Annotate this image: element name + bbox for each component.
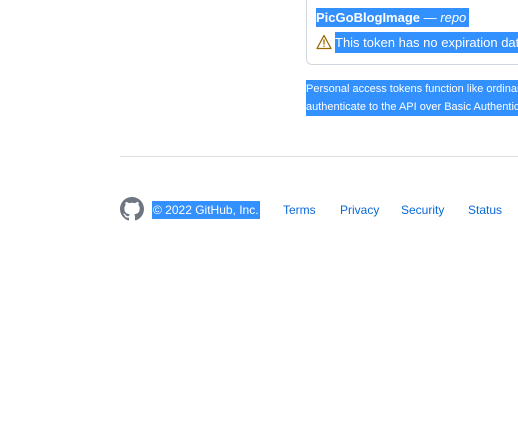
token-name-row: PicGoBlogImage — repo	[316, 7, 470, 29]
token-scope: repo	[440, 8, 470, 27]
copyright-text: © 2022 GitHub, Inc.	[152, 201, 260, 219]
token-description: Personal access tokens function like ord…	[306, 80, 518, 116]
warning-text: This token has no expiration date	[335, 32, 518, 53]
footer-divider	[120, 156, 518, 157]
footer-link-privacy[interactable]: Privacy	[340, 201, 379, 219]
footer-link-status[interactable]: Status	[468, 201, 502, 219]
description-line-2: authenticate to the API over Basic Authe…	[306, 98, 518, 116]
footer-link-security[interactable]: Security	[401, 201, 444, 219]
token-card: PicGoBlogImage — repo This token has no …	[306, 0, 518, 65]
token-name-link[interactable]: PicGoBlogImage	[316, 8, 421, 27]
github-mark-icon[interactable]	[120, 197, 144, 221]
site-footer: © 2022 GitHub, Inc. Terms Privacy Securi…	[120, 196, 518, 224]
token-separator: —	[420, 8, 441, 27]
description-line-1: Personal access tokens function like ord…	[306, 80, 518, 98]
token-expiration-warning: This token has no expiration date	[316, 31, 518, 55]
alert-triangle-icon	[316, 34, 332, 50]
footer-link-terms[interactable]: Terms	[283, 201, 316, 219]
